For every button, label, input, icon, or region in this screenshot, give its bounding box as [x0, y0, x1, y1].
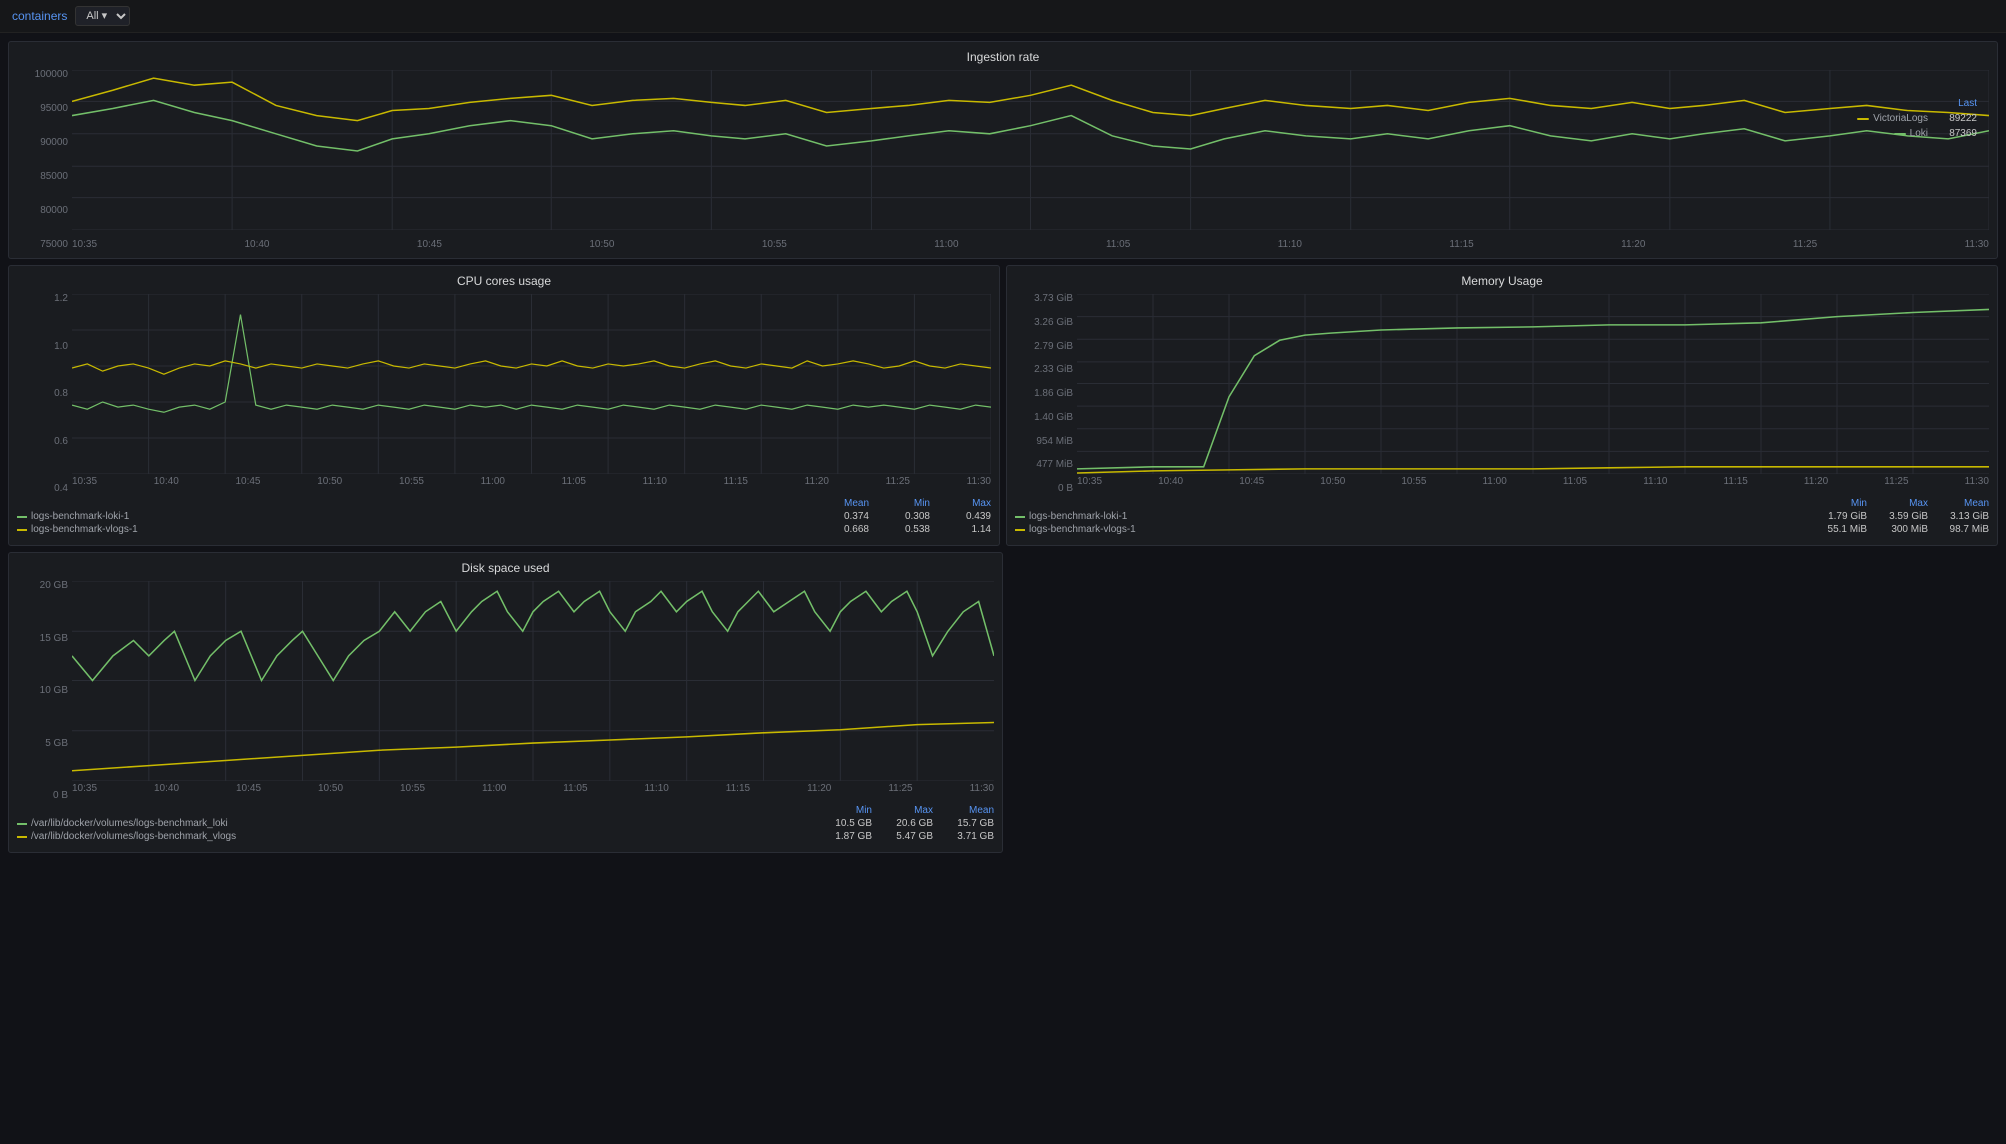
disk-stat-loki: /var/lib/docker/volumes/logs-benchmark_l… [17, 818, 994, 829]
memory-chart-area: 3.73 GiB 3.26 GiB 2.79 GiB 2.33 GiB 1.86… [1015, 294, 1989, 494]
cpu-stats: Mean Min Max logs-benchmark-loki-1 0.374… [17, 498, 991, 535]
disk-x-axis: 10:35 10:40 10:45 10:50 10:55 11:00 11:0… [72, 783, 994, 801]
cpu-stat-loki: logs-benchmark-loki-1 0.374 0.308 0.439 [17, 511, 991, 522]
disk-stat-vlogs: /var/lib/docker/volumes/logs-benchmark_v… [17, 831, 994, 842]
memory-x-axis: 10:35 10:40 10:45 10:50 10:55 11:00 11:0… [1077, 476, 1989, 494]
cpu-svg-container [72, 294, 991, 474]
disk-chart-area: 20 GB 15 GB 10 GB 5 GB 0 B [17, 581, 994, 801]
ingestion-rate-panel: Ingestion rate 100000 95000 90000 85000 … [8, 41, 1998, 259]
memory-stat-vlogs: logs-benchmark-vlogs-1 55.1 MiB 300 MiB … [1015, 524, 1989, 535]
ingestion-rate-title: Ingestion rate [17, 50, 1989, 64]
dashboard: Ingestion rate 100000 95000 90000 85000 … [0, 33, 2006, 861]
cpu-y-axis: 1.2 1.0 0.8 0.6 0.4 [17, 294, 72, 494]
loki-legend-dot [1894, 133, 1906, 135]
ingestion-legend: Last VictoriaLogs 89222 Loki 87369 [1857, 98, 1977, 139]
memory-stats: Min Max Mean logs-benchmark-loki-1 1.79 … [1015, 498, 1989, 535]
victorialogs-legend-dot [1857, 118, 1869, 120]
cpu-chart-area: 1.2 1.0 0.8 0.6 0.4 [17, 294, 991, 494]
disk-svg-container [72, 581, 994, 781]
disk-title: Disk space used [17, 561, 994, 575]
empty-right [1009, 552, 1998, 853]
disk-y-axis: 20 GB 15 GB 10 GB 5 GB 0 B [17, 581, 72, 801]
disk-svg [72, 581, 994, 781]
memory-panel: Memory Usage 3.73 GiB 3.26 GiB 2.79 GiB … [1006, 265, 1998, 546]
memory-title: Memory Usage [1015, 274, 1989, 288]
bottom-row: Disk space used 20 GB 15 GB 10 GB 5 GB 0… [8, 552, 1998, 853]
disk-panel: Disk space used 20 GB 15 GB 10 GB 5 GB 0… [8, 552, 1003, 853]
ingestion-x-axis: 10:35 10:40 10:45 10:50 10:55 11:00 11:0… [72, 232, 1989, 250]
ingestion-y-axis: 100000 95000 90000 85000 80000 75000 [17, 70, 72, 250]
ingestion-svg [72, 70, 1989, 230]
top-bar: containers All ▾ [0, 0, 2006, 33]
containers-label: containers [12, 9, 67, 23]
memory-stat-headers: Min Max Mean [1015, 498, 1989, 509]
cpu-svg [72, 294, 991, 474]
ingestion-svg-container [72, 70, 1989, 230]
memory-svg [1077, 294, 1989, 474]
middle-row: CPU cores usage 1.2 1.0 0.8 0.6 0.4 [8, 265, 1998, 546]
ingestion-rate-chart: 100000 95000 90000 85000 80000 75000 [17, 70, 1989, 250]
memory-y-axis: 3.73 GiB 3.26 GiB 2.79 GiB 2.33 GiB 1.86… [1015, 294, 1077, 494]
cpu-stat-vlogs: logs-benchmark-vlogs-1 0.668 0.538 1.14 [17, 524, 991, 535]
disk-stat-headers: Min Max Mean [17, 805, 994, 816]
containers-select[interactable]: All ▾ [75, 6, 130, 26]
cpu-x-axis: 10:35 10:40 10:45 10:50 10:55 11:00 11:0… [72, 476, 991, 494]
cpu-panel: CPU cores usage 1.2 1.0 0.8 0.6 0.4 [8, 265, 1000, 546]
memory-svg-container [1077, 294, 1989, 474]
disk-stats: Min Max Mean /var/lib/docker/volumes/log… [17, 805, 994, 842]
memory-stat-loki: logs-benchmark-loki-1 1.79 GiB 3.59 GiB … [1015, 511, 1989, 522]
cpu-title: CPU cores usage [17, 274, 991, 288]
cpu-stat-headers: Mean Min Max [17, 498, 991, 509]
